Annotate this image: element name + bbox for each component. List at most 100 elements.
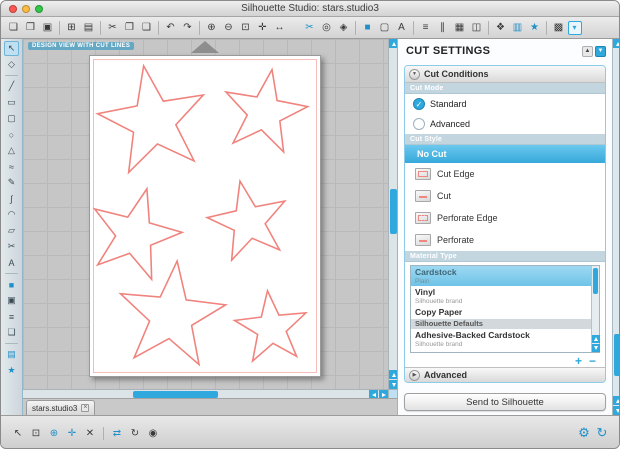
separator[interactable]	[488, 21, 489, 35]
eraser-tool-icon[interactable]: ▱	[4, 223, 19, 238]
smooth-freehand-tool-icon[interactable]: ∫	[4, 191, 19, 206]
align-icon[interactable]: ≡	[418, 20, 434, 36]
text-style-icon[interactable]: A	[394, 20, 410, 36]
settings-gear-icon[interactable]: ⚙	[576, 425, 592, 441]
ellipse-tool-icon[interactable]: ○	[4, 127, 19, 142]
separator[interactable]	[59, 21, 60, 35]
separator[interactable]	[158, 21, 159, 35]
fill-color-tool-icon[interactable]: ■	[4, 277, 19, 292]
panel-scroll-down-icon[interactable]: ▼	[595, 46, 606, 57]
shadow-tool-icon[interactable]: ❏	[4, 325, 19, 340]
vertical-scrollbar[interactable]	[388, 39, 397, 389]
store-panel-icon[interactable]: ★	[4, 363, 19, 378]
edit-points-tool-icon[interactable]: ◇	[4, 57, 19, 72]
scroll-down-icon[interactable]	[613, 406, 620, 415]
separator[interactable]	[413, 21, 414, 35]
separator[interactable]	[100, 21, 101, 35]
cut-style-cut-edge[interactable]: Cut Edge	[405, 163, 605, 185]
registration-marks-icon[interactable]: ◎	[319, 20, 335, 36]
scroll-up-icon[interactable]	[613, 396, 620, 405]
material-vinyl[interactable]: Vinyl Silhouette brand	[411, 286, 591, 306]
separator[interactable]	[355, 21, 356, 35]
store-icon[interactable]: ★	[527, 20, 543, 36]
pan-mode-icon[interactable]: ✛	[64, 425, 80, 441]
copy-icon[interactable]: ❐	[122, 20, 138, 36]
material-scroll-thumb[interactable]	[593, 268, 598, 294]
print-icon[interactable]: ▤	[81, 20, 97, 36]
redo-icon[interactable]: ↷	[180, 20, 196, 36]
horizontal-scroll-thumb[interactable]	[133, 391, 218, 398]
display-options-icon[interactable]: ▩	[551, 20, 567, 36]
send-to-silhouette-button[interactable]: Send to Silhouette	[404, 393, 606, 411]
material-silhouette-defaults[interactable]: Silhouette Defaults	[411, 319, 591, 330]
fit-to-page-icon[interactable]: ↔	[272, 20, 288, 36]
undo-icon[interactable]: ↶	[163, 20, 179, 36]
zoom-selection-icon[interactable]: ⊡	[28, 425, 44, 441]
distribute-icon[interactable]: ∥	[435, 20, 451, 36]
sync-refresh-icon[interactable]: ↻	[594, 425, 610, 441]
panel-scrollbar[interactable]	[612, 39, 620, 415]
material-cardstock[interactable]: Cardstock Plain	[411, 266, 591, 286]
new-document-icon[interactable]: ❏	[6, 20, 22, 36]
delete-icon[interactable]: ✕	[82, 425, 98, 441]
material-adhesive-backed-cardstock[interactable]: Adhesive-Backed Cardstock Silhouette bra…	[411, 329, 591, 349]
scroll-up-icon[interactable]	[592, 335, 600, 343]
line-color-icon[interactable]: ▢	[377, 20, 393, 36]
drag-zoom-icon[interactable]: ⊡	[238, 20, 254, 36]
vertical-scroll-thumb[interactable]	[390, 189, 397, 234]
separator[interactable]	[5, 343, 18, 344]
page-setup-icon[interactable]: ⊞	[64, 20, 80, 36]
library-icon[interactable]: ▥	[510, 20, 526, 36]
material-list-scrollbar[interactable]	[591, 266, 599, 352]
separator[interactable]	[103, 427, 104, 440]
cut-style-perforate[interactable]: Perforate	[405, 229, 605, 251]
scroll-down-icon[interactable]	[592, 344, 600, 352]
pan-icon[interactable]: ✛	[255, 20, 271, 36]
separator[interactable]	[546, 21, 547, 35]
add-material-button[interactable]: +	[575, 356, 582, 366]
zoom-in-icon[interactable]: ⊕	[46, 425, 62, 441]
trace-icon[interactable]: ◈	[336, 20, 352, 36]
cut-conditions-header[interactable]: ▼ Cut Conditions	[405, 66, 605, 83]
cut-settings-icon[interactable]: ✂	[302, 20, 318, 36]
knife-tool-icon[interactable]: ✂	[4, 239, 19, 254]
zoom-in-icon[interactable]: ⊕	[204, 20, 220, 36]
separator[interactable]	[5, 273, 18, 274]
spacer[interactable]	[289, 20, 301, 36]
radio-icon[interactable]	[413, 118, 425, 130]
scroll-up-icon[interactable]	[613, 39, 620, 48]
modify-icon[interactable]: ❖	[493, 20, 509, 36]
advanced-section-header[interactable]: ▶ Advanced	[405, 367, 605, 382]
group-icon[interactable]: ◫	[469, 20, 485, 36]
separator[interactable]	[5, 75, 18, 76]
scroll-up-icon[interactable]	[389, 39, 397, 48]
standard-mode-radio[interactable]: ✓ Standard	[405, 94, 605, 114]
radio-icon[interactable]: ✓	[413, 98, 425, 110]
freehand-tool-icon[interactable]: ✎	[4, 175, 19, 190]
rectangle-tool-icon[interactable]: ▭	[4, 95, 19, 110]
zoom-out-icon[interactable]: ⊖	[221, 20, 237, 36]
document-tab[interactable]: stars.studio3 ×	[26, 400, 95, 415]
cut-style-cut[interactable]: Cut	[405, 185, 605, 207]
replicate-icon[interactable]: ▦	[452, 20, 468, 36]
rotate-icon[interactable]: ↻	[127, 425, 143, 441]
fill-color-icon[interactable]: ■	[360, 20, 376, 36]
document-page[interactable]	[89, 55, 321, 377]
cut-icon[interactable]: ✂	[105, 20, 121, 36]
open-document-icon[interactable]: ❒	[23, 20, 39, 36]
close-tab-icon[interactable]: ×	[81, 404, 89, 412]
line-weight-tool-icon[interactable]: ≡	[4, 309, 19, 324]
collapse-toggle-icon[interactable]: ▼	[409, 69, 420, 80]
expand-toggle-icon[interactable]: ▶	[409, 370, 420, 381]
scroll-up-icon[interactable]	[389, 370, 397, 379]
panel-scroll-thumb[interactable]	[614, 334, 620, 376]
toolbar-overflow-icon[interactable]: ▾	[568, 21, 582, 35]
paste-icon[interactable]: ❑	[139, 20, 155, 36]
select-tool-icon[interactable]: ↖	[4, 41, 19, 56]
fill-page-icon[interactable]: ◉	[145, 425, 161, 441]
curve-tool-icon[interactable]: ≈	[4, 159, 19, 174]
scroll-left-icon[interactable]	[369, 390, 378, 398]
horizontal-scrollbar[interactable]	[23, 389, 388, 398]
polygon-tool-icon[interactable]: △	[4, 143, 19, 158]
advanced-mode-radio[interactable]: Advanced	[405, 114, 605, 134]
